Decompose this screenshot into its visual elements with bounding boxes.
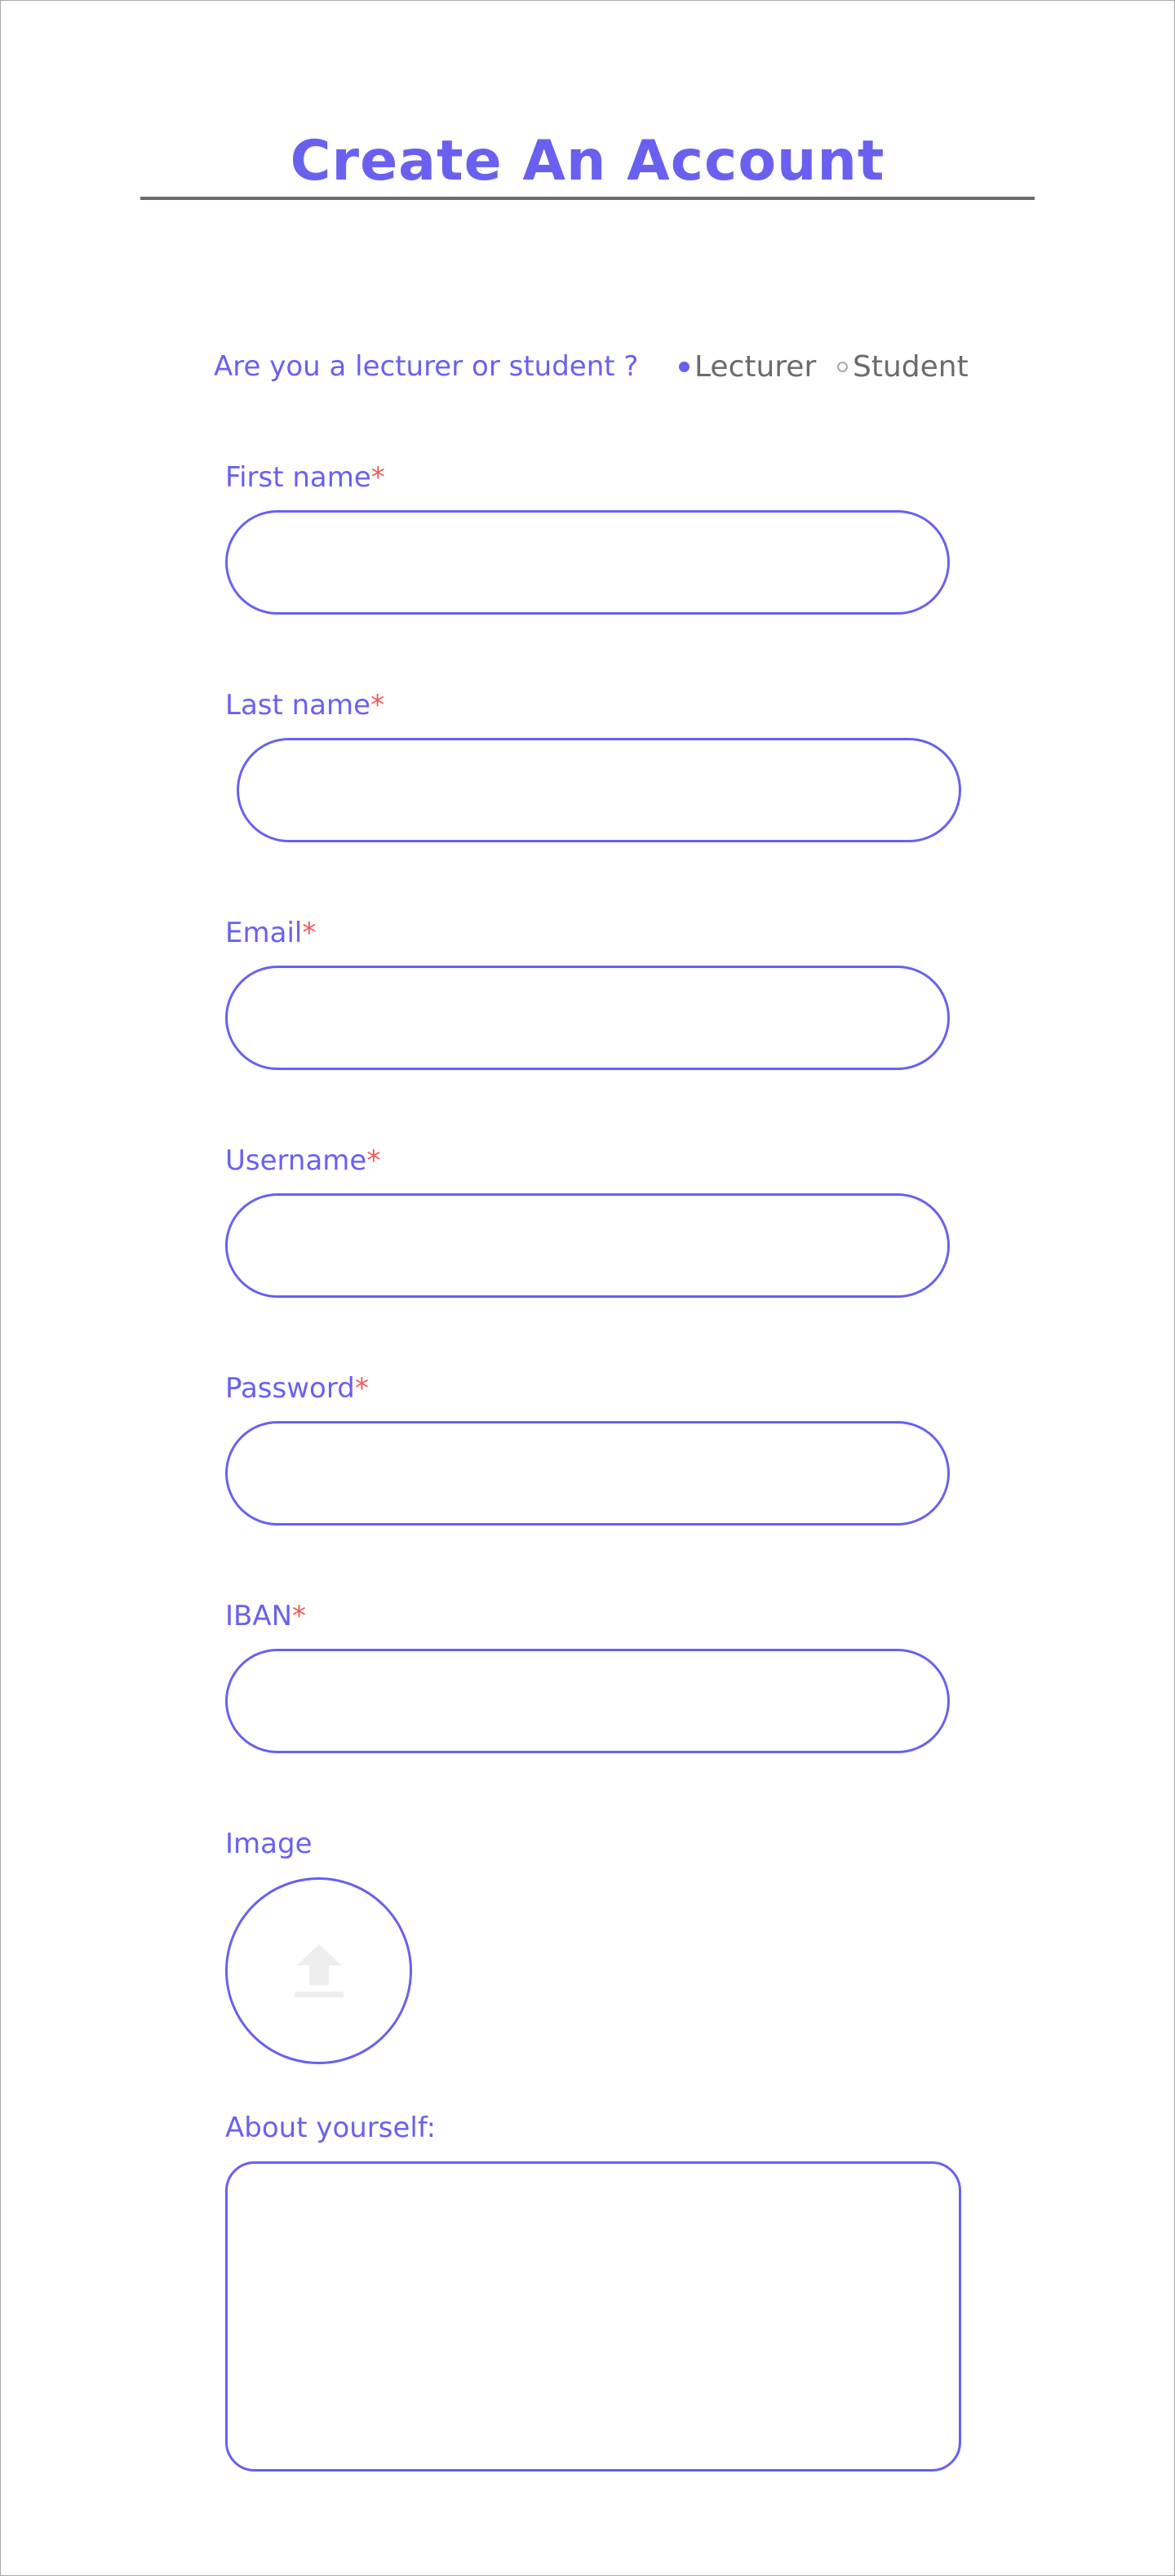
title-divider xyxy=(140,197,1035,200)
required-marker: * xyxy=(366,1144,381,1177)
role-radio-label: Lecturer xyxy=(694,349,817,384)
radio-selected-icon xyxy=(679,361,689,372)
upload-icon xyxy=(294,1943,344,1997)
required-marker: * xyxy=(354,1372,369,1405)
iban-input[interactable] xyxy=(225,1649,950,1753)
required-marker: * xyxy=(370,461,385,494)
role-radio-student[interactable]: Student xyxy=(837,346,969,387)
iban-label-text: IBAN xyxy=(225,1600,293,1632)
iban-label: IBAN* xyxy=(225,1596,306,1637)
last-name-input[interactable] xyxy=(237,738,961,842)
role-question: Are you a lecturer or student ? xyxy=(214,350,639,383)
image-upload-button[interactable] xyxy=(225,1877,412,2064)
password-label: Password* xyxy=(225,1368,369,1409)
about-textarea[interactable] xyxy=(225,2161,961,2472)
required-marker: * xyxy=(370,689,385,722)
radio-unselected-icon xyxy=(837,361,848,372)
email-label-text: Email xyxy=(225,917,303,949)
username-input[interactable] xyxy=(225,1193,950,1298)
required-marker: * xyxy=(292,1600,307,1632)
first-name-label: First name* xyxy=(225,457,385,498)
role-radio-lecturer[interactable]: Lecturer xyxy=(679,346,816,387)
first-name-label-text: First name xyxy=(225,461,371,494)
required-marker: * xyxy=(302,917,317,949)
email-label: Email* xyxy=(225,913,316,953)
username-label: Username* xyxy=(225,1140,380,1181)
last-name-label-text: Last name xyxy=(225,689,371,722)
image-label: Image xyxy=(225,1828,313,1860)
about-label: About yourself: xyxy=(225,2112,437,2144)
last-name-label: Last name* xyxy=(225,685,384,726)
email-input[interactable] xyxy=(225,966,950,1070)
password-input[interactable] xyxy=(225,1421,950,1526)
first-name-input[interactable] xyxy=(225,510,950,615)
username-label-text: Username xyxy=(225,1144,367,1177)
page-title: Create An Account xyxy=(290,129,885,193)
role-radio-label: Student xyxy=(853,349,969,384)
password-label-text: Password xyxy=(225,1372,355,1405)
